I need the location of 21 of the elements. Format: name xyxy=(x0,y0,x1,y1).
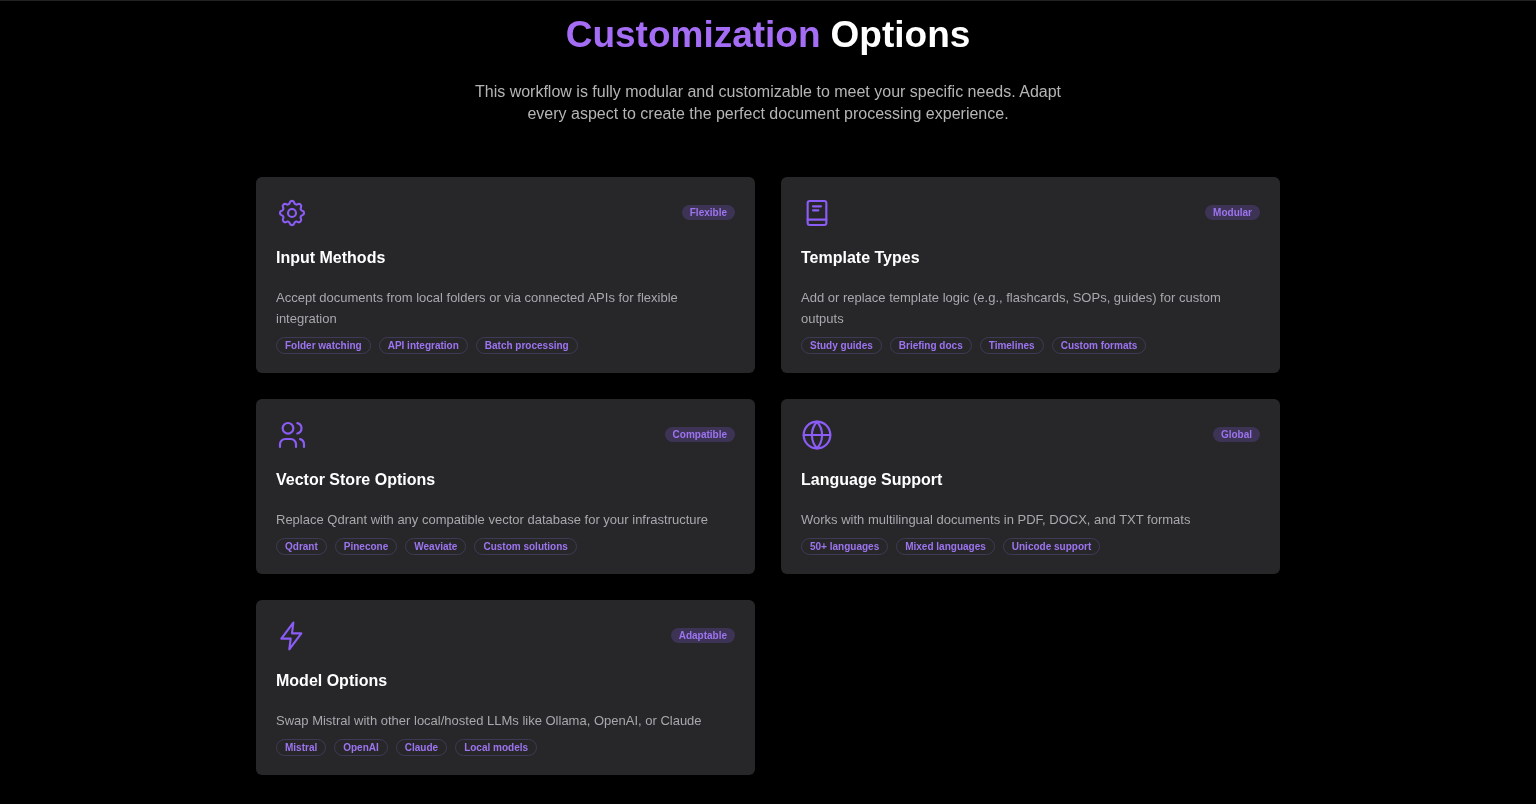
users-icon xyxy=(276,419,308,451)
badge: Compatible xyxy=(664,427,735,442)
heading-text: Options xyxy=(830,13,971,57)
badge: Modular xyxy=(1205,205,1260,220)
badge: Global xyxy=(1212,427,1260,442)
heading-highlight: Customization xyxy=(565,13,821,57)
card-title: Input Methods xyxy=(276,248,387,268)
card-title: Language Support xyxy=(801,470,944,490)
card-title: Vector Store Options xyxy=(276,470,437,490)
card-description: Works with multilingual documents in PDF, DOCX, and TXT formats xyxy=(801,511,1192,529)
badge: Flexible xyxy=(681,205,735,220)
card-description: Swap Mistral with other local/hosted LLMs like Ollama, OpenAI, or Claude xyxy=(276,712,703,730)
gear-icon xyxy=(276,197,308,229)
badge: Adaptable xyxy=(670,628,735,643)
card-description: Add or replace template logic (e.g., flashcards, SOPs, guides) for custom outputs xyxy=(801,289,1222,328)
card-description: Replace Qdrant with any compatible vector database for your infrastructure xyxy=(276,511,710,529)
globe-icon xyxy=(801,419,833,451)
card-description: Accept documents from local folders or via connected APIs for flexible integration xyxy=(276,289,679,328)
intro-text: This workflow is fully modular and customizable to meet your specific needs. Adapt every aspect to create the perfect document processing experience. xyxy=(473,82,1062,124)
card-title: Model Options xyxy=(276,671,389,691)
card-title: Template Types xyxy=(801,248,921,268)
